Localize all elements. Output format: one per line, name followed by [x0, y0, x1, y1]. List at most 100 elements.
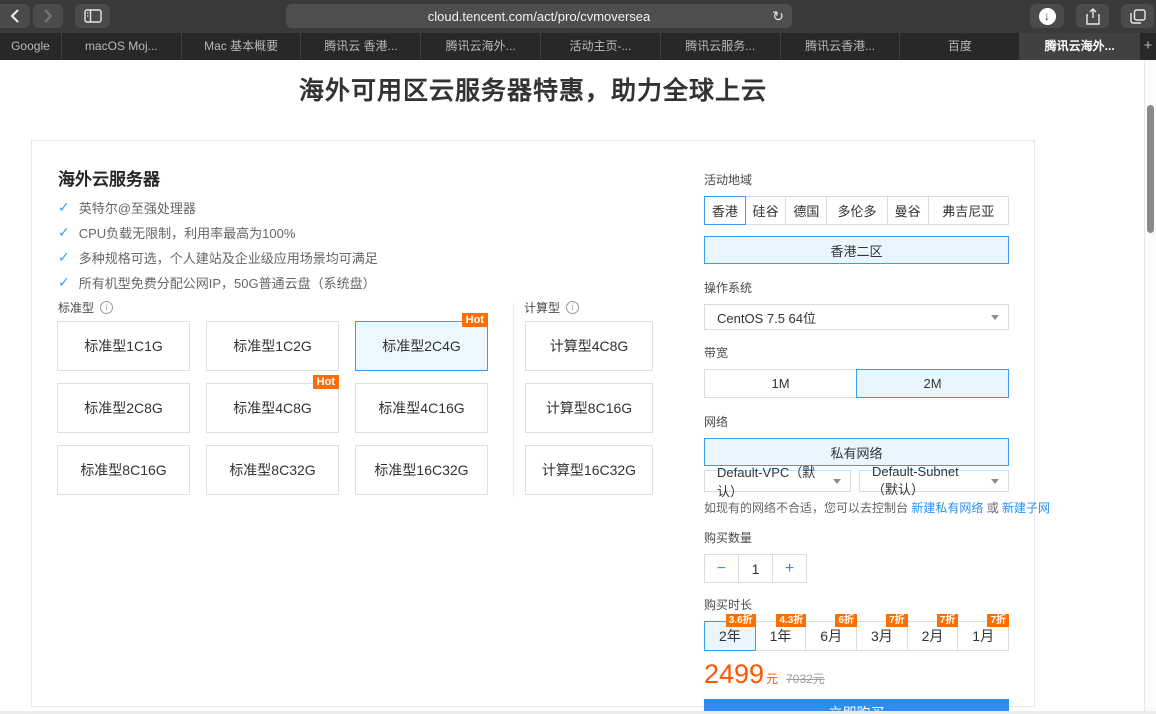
caret-down-icon — [991, 479, 999, 484]
config-panel: 活动地域 香港 硅谷 德国 多伦多 曼谷 弗吉尼亚 香港二区 操作系统 CentOS 7.… — [704, 171, 1050, 714]
duration-option[interactable]: 3月 7折 — [856, 614, 908, 651]
spec-option[interactable]: 标准型1C1G — [57, 321, 190, 371]
browser-tab[interactable]: 百度 — [900, 33, 1021, 60]
spec-option-label: 标准型2C4G — [382, 338, 461, 354]
url-text: cloud.tencent.com/act/pro/cvmoversea — [427, 8, 651, 24]
tabs-overview-button[interactable] — [1121, 4, 1154, 28]
page-scrollbar[interactable] — [1144, 60, 1156, 711]
region-option[interactable]: 曼谷 — [886, 196, 929, 225]
duration-option-label: 1年 — [769, 628, 792, 644]
spec-option[interactable]: 标准型4C16G — [355, 383, 488, 433]
region-option[interactable]: 弗吉尼亚 — [927, 196, 1009, 225]
compute-spec-list: 计算型4C8G 计算型8C16G 计算型16C32G — [525, 321, 653, 495]
bandwidth-option[interactable]: 1M — [704, 369, 857, 398]
duration-option[interactable]: 2月 7折 — [906, 614, 959, 651]
info-icon[interactable]: i — [566, 301, 580, 314]
discount-badge: 7折 — [987, 614, 1010, 627]
feature-text: 所有机型免费分配公网IP，50G普通云盘（系统盘） — [78, 276, 376, 291]
spec-option[interactable]: 标准型8C16G — [57, 445, 190, 495]
create-vpc-link[interactable]: 新建私有网络 — [911, 501, 983, 515]
chevron-right-icon — [43, 9, 53, 23]
bandwidth-label: 带宽 — [704, 346, 729, 360]
quantity-increase-button[interactable]: + — [772, 554, 807, 583]
spec-option-label: 标准型4C8G — [233, 400, 312, 416]
quantity-label: 购买数量 — [704, 531, 753, 545]
new-tab-button[interactable]: + — [1140, 33, 1156, 60]
spec-option-label: 计算型8C16G — [545, 400, 633, 416]
os-label: 操作系统 — [704, 281, 753, 295]
page-content: 海外可用区云服务器特惠，助力全球上云 海外云服务器 ✓ 英特尔@至强处理器 ✓ CPU… — [0, 60, 1156, 714]
download-icon: ↓ — [1038, 7, 1056, 25]
reload-icon[interactable]: ↻ — [772, 4, 784, 28]
caret-down-icon — [833, 479, 841, 484]
price-unit: 元 — [766, 672, 779, 686]
create-subnet-link[interactable]: 新建子网 — [1002, 501, 1050, 515]
browser-tab[interactable]: Mac 基本概要 — [181, 33, 302, 60]
spec-option[interactable]: 标准型2C8G — [57, 383, 190, 433]
browser-tab[interactable]: 腾讯云香港... — [780, 33, 901, 60]
duration-option[interactable]: 1年 4.3折 — [754, 614, 807, 651]
info-icon[interactable]: i — [100, 301, 114, 314]
browser-tab[interactable]: 腾讯云 香港... — [301, 33, 422, 60]
browser-tab[interactable]: 腾讯云海外... — [421, 33, 542, 60]
share-icon — [1085, 7, 1100, 25]
scrollbar-thumb[interactable] — [1147, 105, 1154, 233]
spec-option[interactable]: 标准型8C32G — [206, 445, 339, 495]
feature-item: ✓ 英特尔@至强处理器 — [58, 195, 378, 220]
duration-option-label: 2月 — [921, 628, 944, 644]
spec-option-label: 标准型8C16G — [80, 462, 167, 478]
discount-badge: 7折 — [886, 614, 908, 627]
duration-option-label: 6月 — [820, 628, 843, 644]
bandwidth-option[interactable]: 2M — [856, 369, 1009, 398]
share-button[interactable] — [1076, 4, 1109, 28]
duration-option[interactable]: 2年 3.6折 — [704, 614, 756, 651]
quantity-decrease-button[interactable]: − — [704, 554, 739, 583]
browser-tab[interactable]: 腾讯云服务... — [660, 33, 781, 60]
purchase-card: 海外云服务器 ✓ 英特尔@至强处理器 ✓ CPU负载无限制，利用率最高为100% ✓ 多种… — [31, 140, 1050, 714]
browser-tab[interactable]: macOS Moj... — [61, 33, 182, 60]
spec-option-label: 标准型4C16G — [378, 400, 465, 416]
downloads-button[interactable]: ↓ — [1030, 4, 1064, 28]
region-option[interactable]: 香港 — [704, 196, 746, 225]
spec-option[interactable]: 标准型1C2G — [206, 321, 339, 371]
spec-option[interactable]: 计算型16C32G — [525, 445, 653, 495]
standard-type-label: 标准型 i — [58, 299, 114, 316]
region-option[interactable]: 多伦多 — [826, 196, 888, 225]
back-button[interactable] — [0, 4, 30, 28]
vertical-divider — [513, 303, 514, 497]
feature-item: ✓ CPU负载无限制，利用率最高为100% — [58, 220, 378, 245]
spec-option[interactable]: 计算型8C16G — [525, 383, 653, 433]
quantity-value[interactable]: 1 — [738, 554, 773, 583]
spec-option[interactable]: 标准型16C32G — [355, 445, 488, 495]
check-icon: ✓ — [58, 249, 70, 265]
spec-option-label: 标准型1C2G — [233, 338, 312, 354]
vpc-select[interactable]: Default-VPC（默认） — [704, 465, 851, 499]
price-original: 7032元 — [786, 672, 825, 686]
region-option[interactable]: 德国 — [785, 196, 828, 225]
feature-item: ✓ 所有机型免费分配公网IP，50G普通云盘（系统盘） — [58, 270, 378, 295]
spec-option-label: 标准型2C8G — [84, 400, 163, 416]
browser-tab[interactable]: Google — [0, 33, 62, 60]
plus-icon: + — [784, 559, 795, 577]
duration-option[interactable]: 1月 7折 — [957, 614, 1010, 651]
spec-option[interactable]: 标准型2C4G Hot — [355, 313, 488, 371]
region-option[interactable]: 硅谷 — [744, 196, 787, 225]
feature-item: ✓ 多种规格可选，个人建站及企业级应用场景均可满足 — [58, 245, 378, 270]
browser-tab[interactable]: 腾讯云海外... — [1020, 33, 1141, 60]
spec-option[interactable]: 计算型4C8G — [525, 321, 653, 371]
forward-button[interactable] — [33, 4, 63, 28]
spec-option-label: 计算型16C32G — [541, 462, 637, 478]
region-options: 香港 硅谷 德国 多伦多 曼谷 弗吉尼亚 — [704, 196, 1009, 225]
spec-option-label: 标准型8C32G — [229, 462, 316, 478]
duration-option[interactable]: 6月 6折 — [805, 614, 858, 651]
browser-tab[interactable]: 活动主页-... — [541, 33, 661, 60]
hot-badge: Hot — [461, 313, 488, 327]
feature-text: CPU负载无限制，利用率最高为100% — [78, 226, 296, 241]
subnet-select[interactable]: Default-Subnet（默认） — [859, 464, 1009, 497]
sidebar-toggle-button[interactable] — [75, 4, 110, 28]
os-select[interactable]: CentOS 7.5 64位 — [704, 304, 1009, 330]
address-bar[interactable]: cloud.tencent.com/act/pro/cvmoversea ↻ — [286, 4, 792, 28]
zone-option[interactable]: 香港二区 — [704, 236, 1009, 264]
spec-option-label: 标准型1C1G — [84, 338, 163, 354]
spec-option[interactable]: 标准型4C8G Hot — [206, 375, 339, 433]
